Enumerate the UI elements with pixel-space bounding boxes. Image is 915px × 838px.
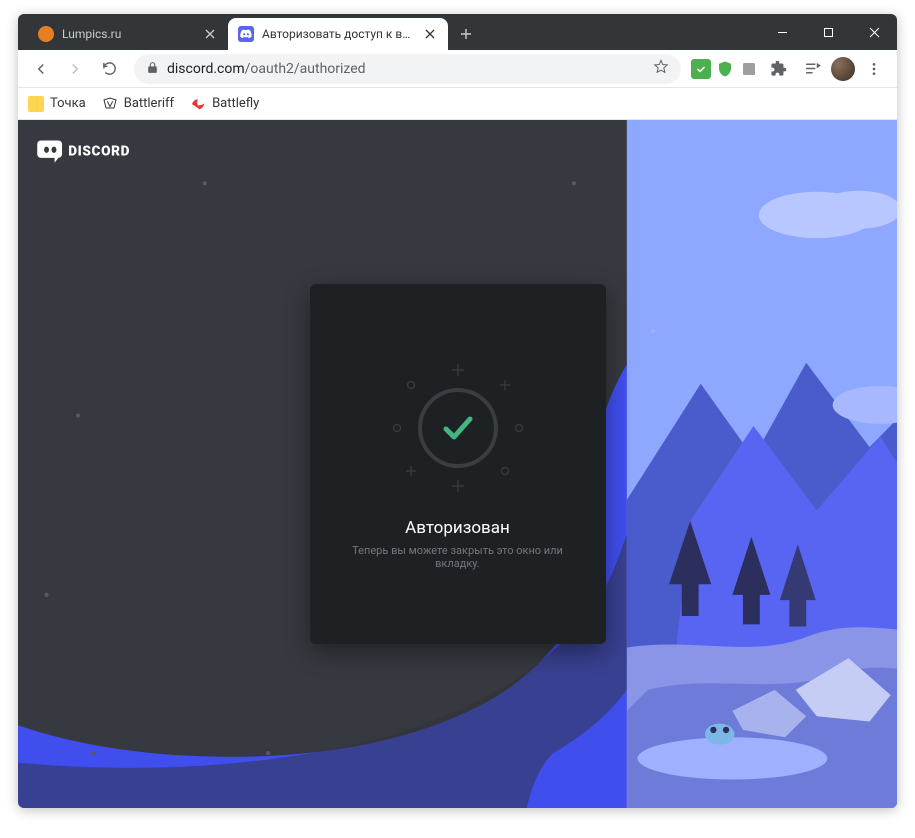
- maximize-button[interactable]: [805, 14, 851, 50]
- extension-gray-icon[interactable]: [739, 59, 759, 79]
- battleriff-icon: [102, 96, 118, 112]
- menu-button[interactable]: [859, 54, 889, 84]
- close-icon[interactable]: [202, 26, 218, 42]
- page-content: DISCORD Авторизован: [18, 120, 897, 808]
- profile-avatar[interactable]: [831, 57, 855, 81]
- bookmark-battlefly[interactable]: Battlefly: [190, 96, 259, 112]
- favicon-discord: [238, 26, 254, 42]
- close-button[interactable]: [851, 14, 897, 50]
- lock-icon: [146, 59, 159, 78]
- tab-title: Авторизовать доступ к вашей у: [262, 27, 414, 41]
- favicon-lumpics: [38, 26, 54, 42]
- tab-discord-auth[interactable]: Авторизовать доступ к вашей у: [228, 18, 448, 50]
- folder-icon: [28, 96, 44, 112]
- reload-button[interactable]: [94, 54, 124, 84]
- bookmarks-bar: Точка Battleriff Battlefly: [18, 88, 897, 120]
- checkmark-icon: [438, 408, 478, 448]
- new-tab-button[interactable]: [452, 20, 480, 48]
- battlefly-icon: [190, 96, 206, 112]
- media-button[interactable]: [797, 54, 827, 84]
- card-title: Авторизован: [405, 518, 510, 538]
- address-bar[interactable]: discord.com/oauth2/authorized: [134, 54, 681, 84]
- svg-text:DISCORD: DISCORD: [68, 143, 130, 159]
- star-icon[interactable]: [653, 59, 669, 79]
- bookmark-battleriff[interactable]: Battleriff: [102, 96, 174, 112]
- auth-card: Авторизован Теперь вы можете закрыть это…: [310, 284, 606, 644]
- toolbar: discord.com/oauth2/authorized: [18, 50, 897, 88]
- window-controls: [759, 14, 897, 50]
- tab-title: Lumpics.ru: [62, 27, 194, 41]
- tab-lumpics[interactable]: Lumpics.ru: [28, 18, 228, 50]
- back-button[interactable]: [26, 54, 56, 84]
- minimize-button[interactable]: [759, 14, 805, 50]
- extension-check-icon[interactable]: [691, 59, 711, 79]
- url-text: discord.com/oauth2/authorized: [167, 61, 366, 77]
- card-subtitle: Теперь вы можете закрыть это окно или вк…: [334, 544, 582, 570]
- tab-strip: Lumpics.ru Авторизовать доступ к вашей у: [18, 14, 897, 50]
- discord-logo: DISCORD: [36, 134, 160, 168]
- bookmark-tochka[interactable]: Точка: [28, 96, 86, 112]
- forward-button[interactable]: [60, 54, 90, 84]
- close-icon[interactable]: [422, 26, 438, 42]
- extension-shield-icon[interactable]: [715, 59, 735, 79]
- success-graphic: [388, 358, 528, 498]
- browser-window: Lumpics.ru Авторизовать доступ к вашей у: [18, 14, 897, 808]
- extensions-button[interactable]: [763, 54, 793, 84]
